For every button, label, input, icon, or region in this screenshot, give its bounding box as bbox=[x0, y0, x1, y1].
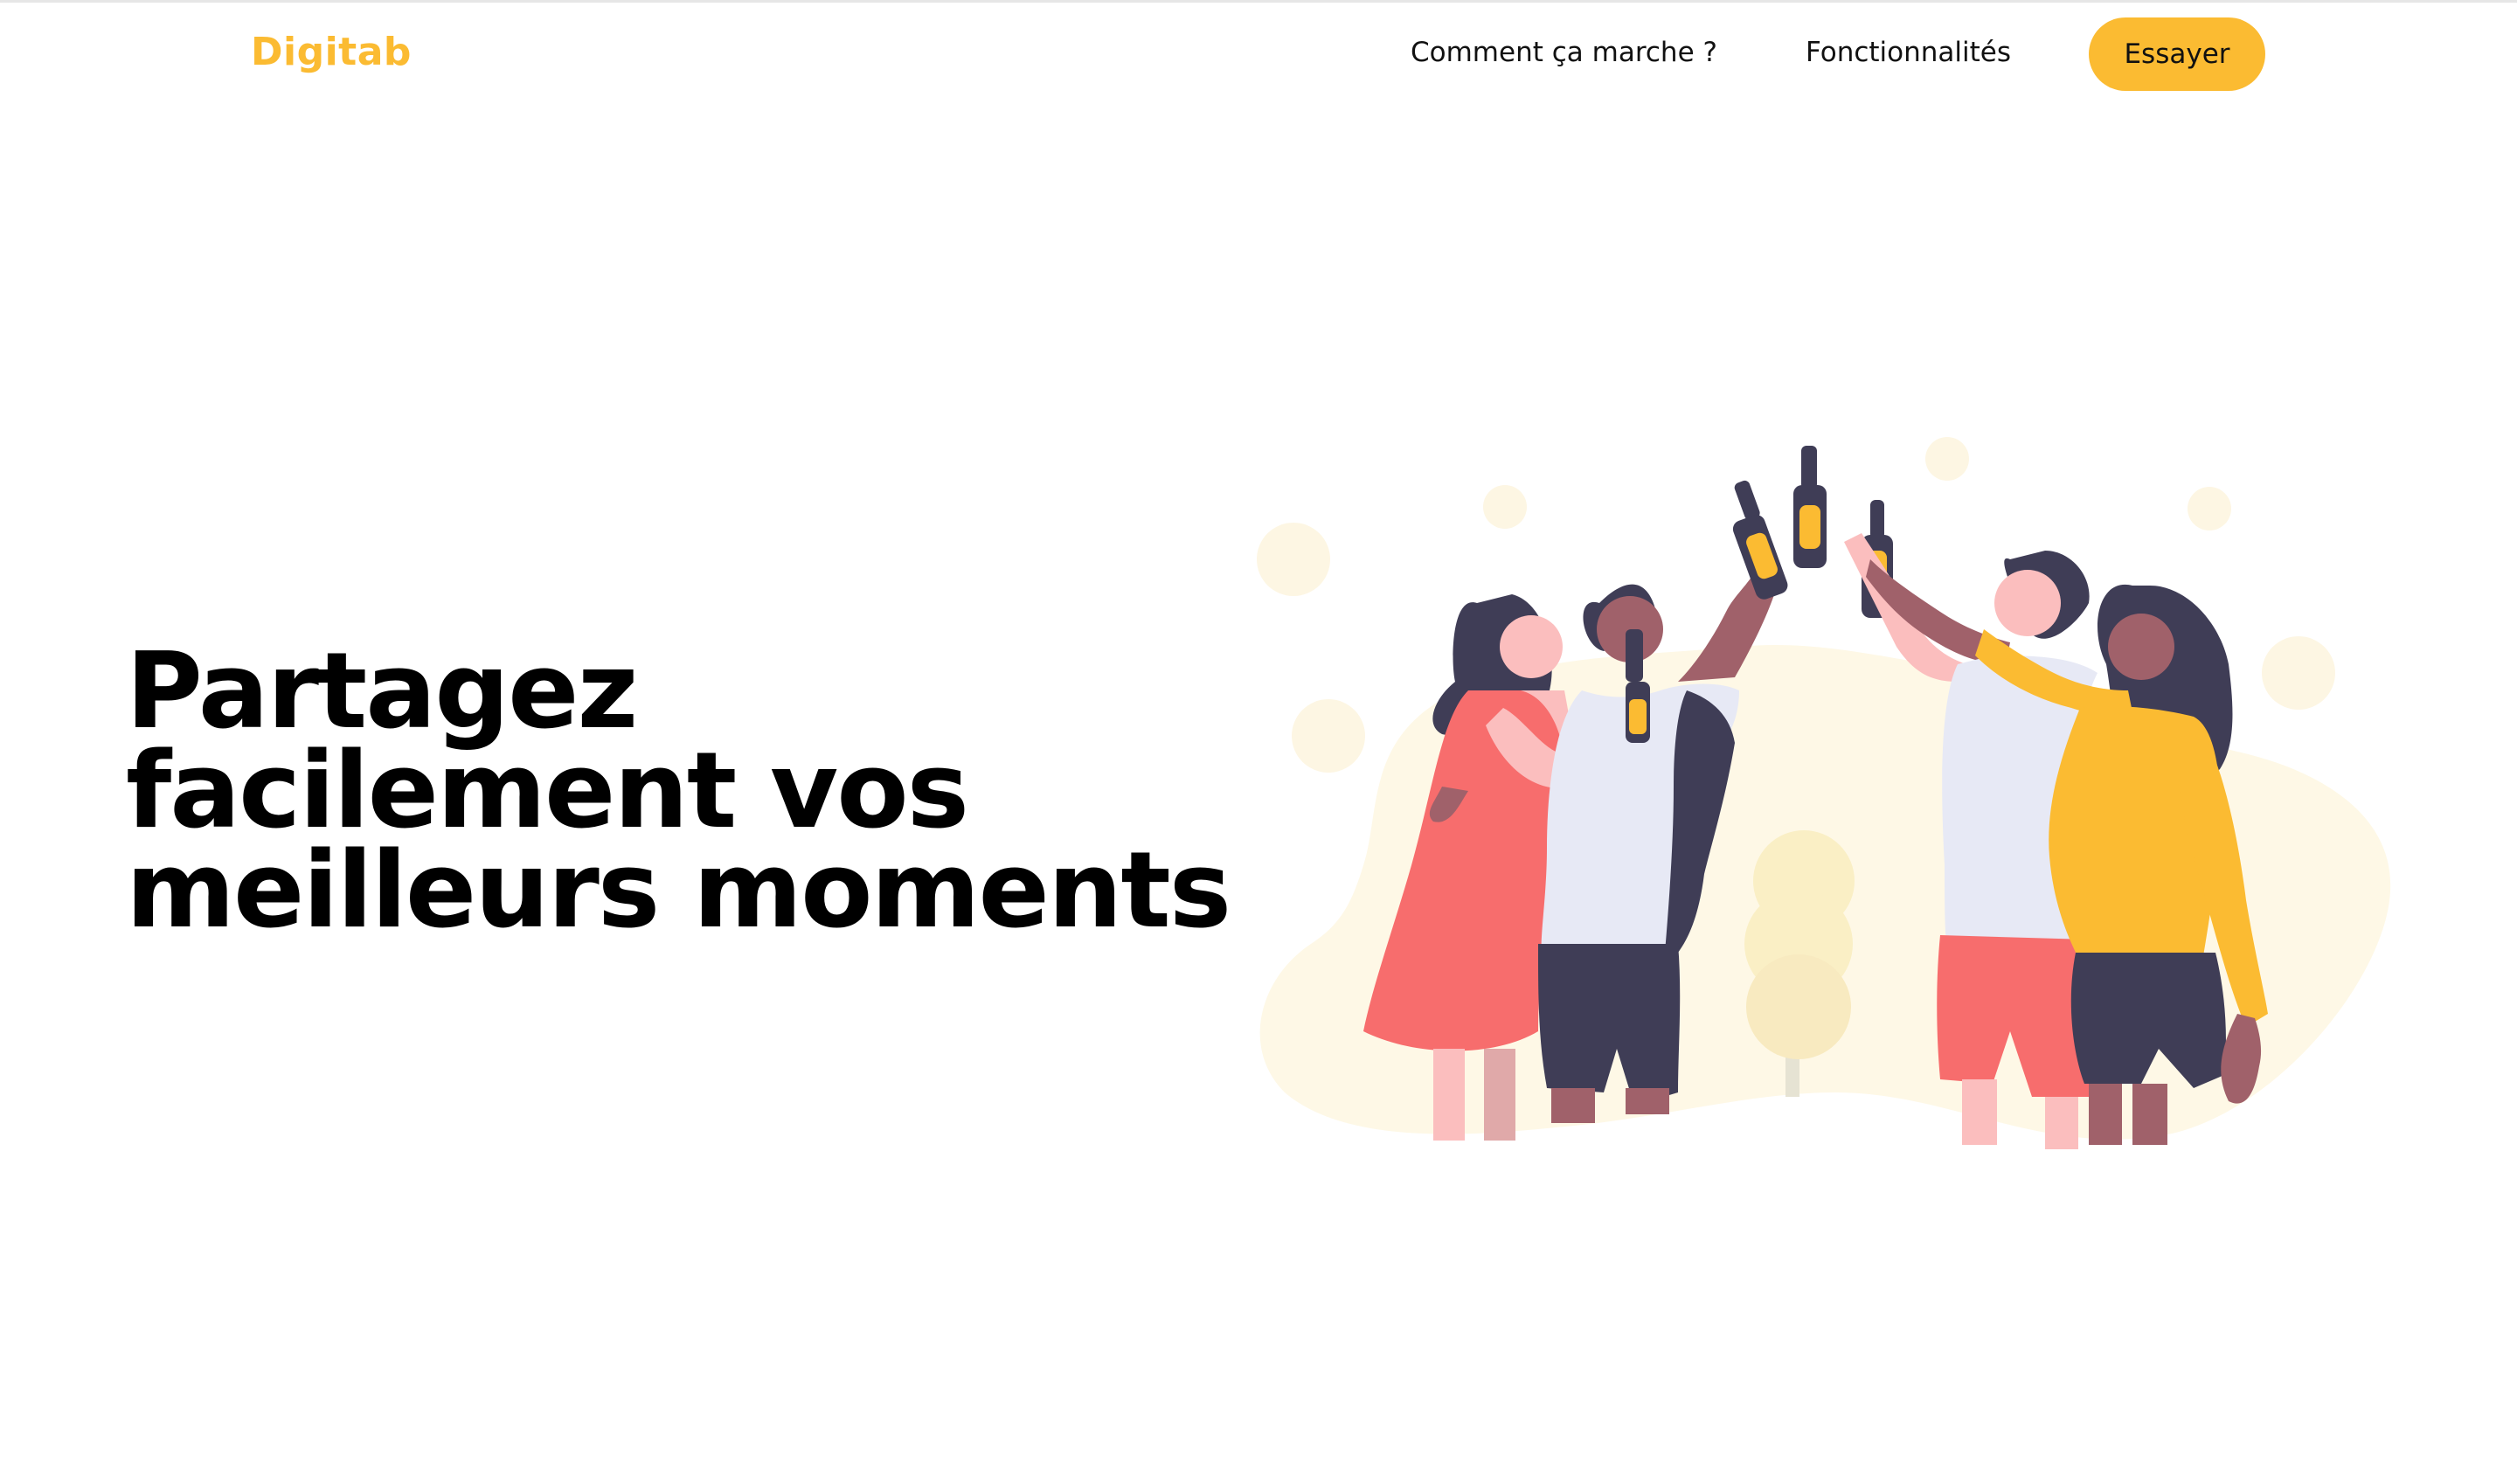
hero-title: Partagez facilement vos meilleurs moment… bbox=[126, 631, 1279, 952]
hero-title-line: facilement vos bbox=[126, 731, 969, 852]
logo[interactable]: Digitab bbox=[251, 30, 412, 74]
bubble bbox=[1257, 523, 1330, 596]
hero-title-line: Partagez bbox=[126, 631, 638, 752]
bottle-icon bbox=[1793, 446, 1827, 568]
bubble bbox=[1292, 699, 1365, 773]
nav-link-features[interactable]: Fonctionnalités bbox=[1806, 37, 2011, 68]
bubble bbox=[2188, 487, 2231, 530]
bubble bbox=[1925, 437, 1969, 481]
landing-page: Digitab Comment ça marche ? Fonctionnali… bbox=[0, 0, 2517, 1484]
bubble bbox=[2262, 636, 2335, 710]
bubble bbox=[1483, 485, 1527, 529]
hero-title-line: meilleurs moments bbox=[126, 830, 1231, 952]
try-button[interactable]: Essayer bbox=[2089, 17, 2265, 91]
top-border bbox=[0, 0, 2517, 3]
bottle-icon bbox=[1732, 480, 1788, 600]
friends-toasting-illustration bbox=[1257, 437, 2391, 1149]
nav-link-how-it-works[interactable]: Comment ça marche ? bbox=[1411, 37, 1717, 68]
